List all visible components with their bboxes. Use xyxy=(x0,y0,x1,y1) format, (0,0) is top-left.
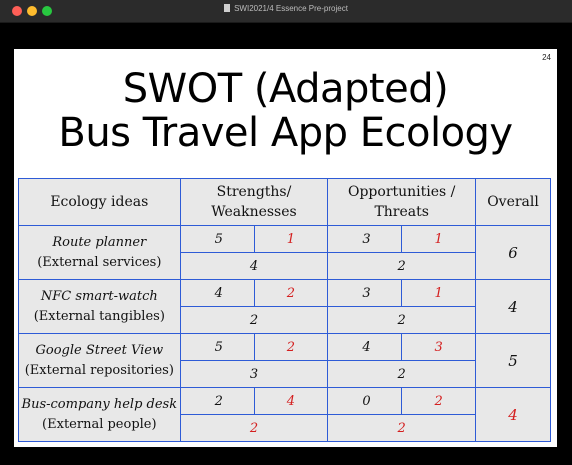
table-header-row: Ecology ideas Strengths/ Weaknesses Oppo… xyxy=(18,178,551,226)
table-row: Route planner (External services) 5 1 3 … xyxy=(18,225,551,280)
weakness-score: 2 xyxy=(253,333,329,361)
slide-title: SWOT (Adapted) Bus Travel App Ecology xyxy=(14,67,557,155)
sw-total: 4 xyxy=(179,252,329,280)
idea-name: NFC smart-watch xyxy=(40,288,158,304)
document-icon xyxy=(224,4,231,12)
overall-score: 4 xyxy=(475,387,551,442)
slide-title-line1: SWOT (Adapted) xyxy=(122,66,449,112)
header-sw-line1: Strengths/ xyxy=(216,184,292,200)
sw-total: 2 xyxy=(179,414,329,442)
ot-total: 2 xyxy=(327,306,477,334)
header-sw-line2: Weaknesses xyxy=(211,204,297,220)
opportunity-score: 4 xyxy=(327,333,403,361)
strength-score: 5 xyxy=(179,225,255,253)
ot-total: 2 xyxy=(327,360,477,388)
swot-table: Ecology ideas Strengths/ Weaknesses Oppo… xyxy=(18,178,551,442)
weakness-score: 2 xyxy=(253,279,329,307)
overall-score: 4 xyxy=(475,279,551,334)
idea-cell: Route planner (External services) xyxy=(18,225,181,280)
idea-category: (External tangibles) xyxy=(33,308,165,324)
strength-score: 5 xyxy=(179,333,255,361)
sw-total: 2 xyxy=(179,306,329,334)
opportunity-score: 3 xyxy=(327,225,403,253)
slide-page-number: 24 xyxy=(542,53,551,62)
table-row: Bus-company help desk (External people) … xyxy=(18,387,551,442)
table-row: NFC smart-watch (External tangibles) 4 2… xyxy=(18,279,551,334)
header-ideas: Ecology ideas xyxy=(18,178,181,226)
idea-name: Route planner xyxy=(52,234,147,250)
slide: 24 SWOT (Adapted) Bus Travel App Ecology… xyxy=(14,49,557,447)
overall-score: 6 xyxy=(475,225,551,280)
idea-cell: NFC smart-watch (External tangibles) xyxy=(18,279,181,334)
header-strengths-weaknesses: Strengths/ Weaknesses xyxy=(179,178,329,226)
overall-score: 5 xyxy=(475,333,551,388)
presentation-window: SWI2021/4 Essence Pre-project 24 SWOT (A… xyxy=(0,0,572,465)
threat-score: 2 xyxy=(401,387,477,415)
slide-title-line2: Bus Travel App Ecology xyxy=(58,110,513,156)
sw-total: 3 xyxy=(179,360,329,388)
ot-total: 2 xyxy=(327,414,477,442)
window-title-text: SWI2021/4 Essence Pre-project xyxy=(234,4,348,13)
weakness-score: 1 xyxy=(253,225,329,253)
window-title: SWI2021/4 Essence Pre-project xyxy=(0,4,572,13)
strength-score: 4 xyxy=(179,279,255,307)
idea-cell: Google Street View (External repositorie… xyxy=(18,333,181,388)
idea-category: (External people) xyxy=(42,416,157,432)
strength-score: 2 xyxy=(179,387,255,415)
header-ot-line2: Threats xyxy=(374,204,429,220)
threat-score: 1 xyxy=(401,225,477,253)
threat-score: 3 xyxy=(401,333,477,361)
idea-cell: Bus-company help desk (External people) xyxy=(18,387,181,442)
idea-name: Bus-company help desk xyxy=(21,396,178,412)
table-row: Google Street View (External repositorie… xyxy=(18,333,551,388)
idea-category: (External repositories) xyxy=(24,362,174,378)
weakness-score: 4 xyxy=(253,387,329,415)
opportunity-score: 3 xyxy=(327,279,403,307)
header-overall: Overall xyxy=(475,178,551,226)
ot-total: 2 xyxy=(327,252,477,280)
header-ot-line1: Opportunities / xyxy=(347,184,456,200)
opportunity-score: 0 xyxy=(327,387,403,415)
header-opportunities-threats: Opportunities / Threats xyxy=(327,178,477,226)
idea-category: (External services) xyxy=(37,254,162,270)
idea-name: Google Street View xyxy=(35,342,164,358)
threat-score: 1 xyxy=(401,279,477,307)
window-titlebar: SWI2021/4 Essence Pre-project xyxy=(0,0,572,23)
